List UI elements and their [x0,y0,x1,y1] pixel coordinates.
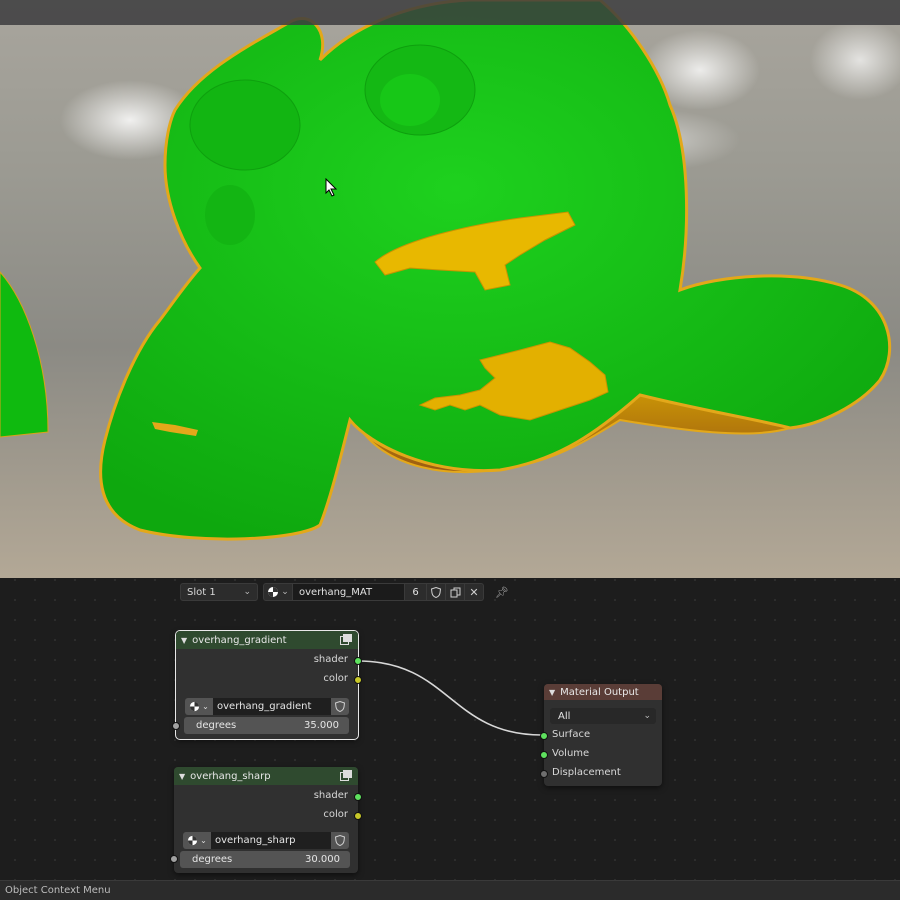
node-group-browse-button[interactable]: ⌄ [183,832,211,849]
fake-user-button[interactable] [331,832,349,849]
displacement-input-socket[interactable] [540,770,548,778]
material-output-node[interactable]: ▼ Material Output All ⌄ Surface Volume D… [540,684,662,786]
group-node-overhang-gradient[interactable]: ▼ overhang_gradient shader color ⌄ overh… [172,630,362,740]
node-title: overhang_gradient [192,634,287,646]
degrees-input-socket[interactable] [170,855,178,863]
node-group-name-field[interactable]: overhang_sharp [211,832,331,849]
node-title: overhang_sharp [190,770,271,782]
node-editor-header: Slot 1 ⌄ ⌄ overhang_MAT 6 ✕ 📌︎ [180,582,509,602]
degrees-value: 35.000 [304,720,339,731]
shader-output-socket[interactable] [354,793,362,801]
chevron-down-icon: ⌄ [643,711,651,721]
fake-user-button[interactable] [427,583,446,601]
unlink-material-button[interactable]: ✕ [465,583,484,601]
volume-input-socket[interactable] [540,751,548,759]
degrees-label: degrees [192,854,233,865]
collapse-arrow-icon[interactable]: ▼ [549,688,555,697]
3d-viewport[interactable] [0,0,900,578]
degrees-label: degrees [196,720,237,731]
shield-icon [335,701,345,712]
chevron-down-icon: ⌄ [200,836,207,845]
node-header[interactable]: ▼ overhang_gradient [176,631,358,649]
material-name-field[interactable]: overhang_MAT [293,583,405,601]
node-group-icon[interactable] [340,770,352,781]
node-header[interactable]: ▼ overhang_sharp [174,767,358,785]
close-icon: ✕ [469,585,479,599]
output-target-dropdown[interactable]: All ⌄ [550,708,656,724]
chevron-down-icon: ⌄ [243,587,251,597]
degrees-input-socket[interactable] [172,722,180,730]
shield-icon [431,586,441,598]
node-group-browse-button[interactable]: ⌄ [185,698,213,715]
node-group-selector: ⌄ overhang_gradient [185,698,349,715]
node-group-icon[interactable] [340,634,352,645]
status-bar: Object Context Menu [0,880,900,900]
shield-icon [335,835,345,846]
output-shader-label: shader [313,790,348,801]
degrees-field[interactable]: degrees 35.000 [184,717,349,734]
node-header[interactable]: ▼ Material Output [544,684,662,700]
group-node-overhang-sharp[interactable]: ▼ overhang_sharp shader color ⌄ overhang… [170,767,362,873]
chevron-down-icon: ⌄ [281,587,289,597]
viewport-header [0,0,900,25]
output-shader-label: shader [313,654,348,665]
monkey-mesh[interactable] [0,0,900,578]
node-tree-icon [188,835,198,846]
output-color-label: color [323,809,348,820]
duplicate-icon [450,587,460,597]
surface-input-socket[interactable] [540,732,548,740]
collapse-arrow-icon[interactable]: ▼ [179,772,185,781]
chevron-down-icon: ⌄ [202,702,209,711]
node-tree-icon [190,701,200,712]
shader-output-socket[interactable] [354,657,362,665]
node-group-selector: ⌄ overhang_sharp [183,832,349,849]
mouse-cursor-icon [325,178,338,197]
side-object [0,271,49,438]
duplicate-material-button[interactable] [446,583,465,601]
color-output-socket[interactable] [354,676,362,684]
degrees-value: 30.000 [305,854,340,865]
node-links [357,660,543,736]
material-sphere-icon [268,587,279,597]
degrees-field[interactable]: degrees 30.000 [180,851,350,868]
output-target-value: All [558,710,571,722]
material-user-count[interactable]: 6 [405,583,427,601]
shader-node-editor[interactable]: Slot 1 ⌄ ⌄ overhang_MAT 6 ✕ 📌︎ ▼ overhan… [0,578,900,880]
fake-user-button[interactable] [331,698,349,715]
material-browse-button[interactable]: ⌄ [263,583,293,601]
node-group-name-field[interactable]: overhang_gradient [213,698,331,715]
output-color-label: color [323,673,348,684]
slot-label: Slot 1 [187,586,216,598]
node-title: Material Output [560,686,639,698]
status-text: Object Context Menu [5,885,111,896]
volume-input-label: Volume [552,748,590,759]
slot-dropdown[interactable]: Slot 1 ⌄ [180,583,258,601]
shader-link [357,660,543,736]
surface-input-label: Surface [552,729,591,740]
collapse-arrow-icon[interactable]: ▼ [181,636,187,645]
color-output-socket[interactable] [354,812,362,820]
material-selector: ⌄ overhang_MAT 6 ✕ [263,583,484,601]
displacement-input-label: Displacement [552,767,621,778]
pin-icon[interactable]: 📌︎ [495,586,509,599]
